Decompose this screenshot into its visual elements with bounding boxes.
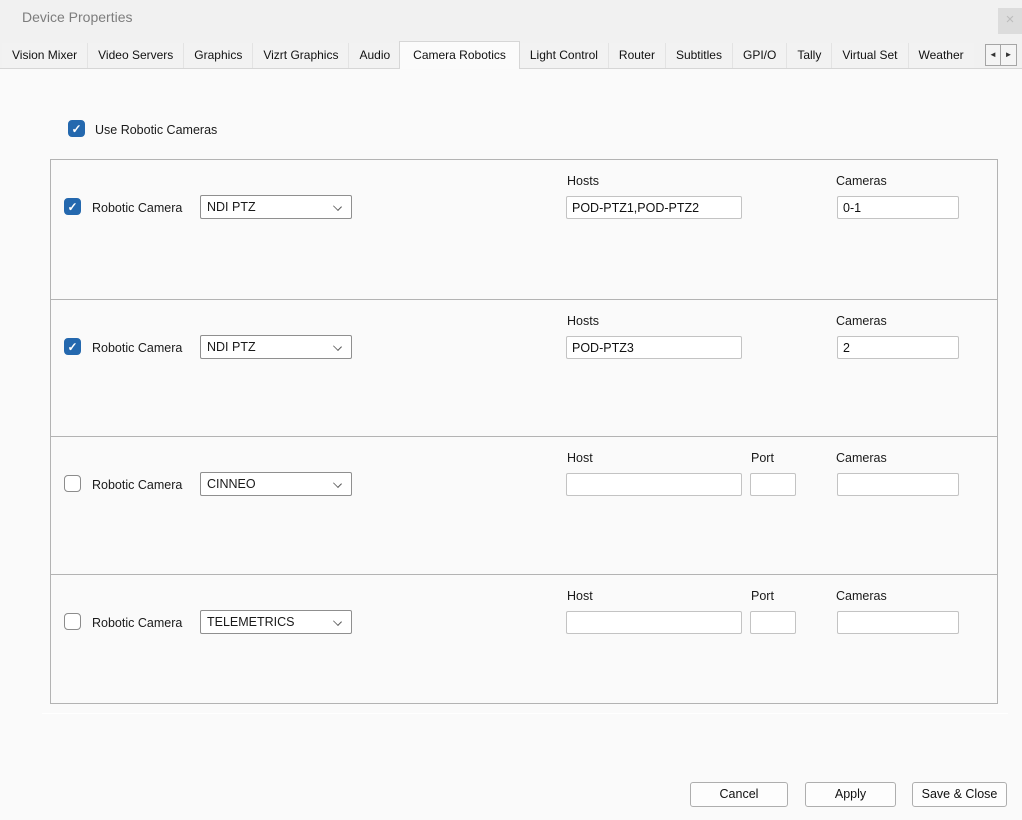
tab-strip: Vision Mixer Video Servers Graphics Vizr… <box>2 41 982 68</box>
camera-robotics-page: Use Robotic Cameras Robotic Camera NDI P… <box>0 68 1022 820</box>
tab-video-servers[interactable]: Video Servers <box>87 43 183 68</box>
use-robotic-cameras-checkbox[interactable] <box>68 120 85 137</box>
tab-virtual-set[interactable]: Virtual Set <box>831 43 907 68</box>
port-label: Port <box>751 589 774 603</box>
hosts-label: Hosts <box>567 174 599 188</box>
chevron-down-icon <box>333 479 342 488</box>
robotic-camera-2-label: Robotic Camera <box>92 341 182 355</box>
window-title: Device Properties <box>22 9 133 25</box>
save-and-close-button[interactable]: Save & Close <box>912 782 1007 807</box>
cameras-input[interactable] <box>837 473 959 496</box>
hosts-input[interactable] <box>566 196 742 219</box>
robotic-camera-3-type-value: CINNEO <box>207 477 256 491</box>
port-label: Port <box>751 451 774 465</box>
tab-subtitles[interactable]: Subtitles <box>665 43 732 68</box>
cancel-button[interactable]: Cancel <box>690 782 788 807</box>
apply-button[interactable]: Apply <box>805 782 896 807</box>
robotic-camera-row-4: Robotic Camera TELEMETRICS Host Port Cam… <box>51 575 997 703</box>
cameras-label: Cameras <box>836 589 887 603</box>
robotic-camera-4-type-dropdown[interactable]: TELEMETRICS <box>200 610 352 634</box>
robotic-camera-3-label: Robotic Camera <box>92 478 182 492</box>
robotic-camera-1-type-value: NDI PTZ <box>207 200 256 214</box>
robotic-camera-row-2: Robotic Camera NDI PTZ Hosts Cameras <box>51 300 997 437</box>
robotic-camera-1-label: Robotic Camera <box>92 201 182 215</box>
robotic-camera-1-checkbox[interactable] <box>64 198 81 215</box>
close-icon[interactable]: × <box>998 8 1022 34</box>
cameras-label: Cameras <box>836 314 887 328</box>
chevron-down-icon <box>333 617 342 626</box>
tab-router[interactable]: Router <box>608 43 665 68</box>
robotic-camera-3-type-dropdown[interactable]: CINNEO <box>200 472 352 496</box>
robotic-camera-3-checkbox[interactable] <box>64 475 81 492</box>
host-label: Host <box>567 451 593 465</box>
separator-line <box>42 713 1008 714</box>
hosts-input[interactable] <box>566 336 742 359</box>
hosts-label: Hosts <box>567 314 599 328</box>
cameras-label: Cameras <box>836 451 887 465</box>
robotic-camera-2-type-value: NDI PTZ <box>207 340 256 354</box>
tab-vision-mixer[interactable]: Vision Mixer <box>2 43 87 68</box>
chevron-down-icon <box>333 202 342 211</box>
tab-camera-robotics[interactable]: Camera Robotics <box>399 41 520 69</box>
host-input[interactable] <box>566 611 742 634</box>
tab-audio[interactable]: Audio <box>348 43 400 68</box>
robotic-camera-4-type-value: TELEMETRICS <box>207 615 295 629</box>
robotic-camera-4-label: Robotic Camera <box>92 616 182 630</box>
robotic-camera-2-type-dropdown[interactable]: NDI PTZ <box>200 335 352 359</box>
host-input[interactable] <box>566 473 742 496</box>
tab-scroll-right-icon[interactable]: ► <box>1001 44 1017 66</box>
robotic-camera-row-1: Robotic Camera NDI PTZ Hosts Cameras <box>51 160 997 300</box>
robotic-camera-2-checkbox[interactable] <box>64 338 81 355</box>
robotic-camera-row-3: Robotic Camera CINNEO Host Port Cameras <box>51 437 997 575</box>
title-bar: Device Properties × <box>0 0 1022 40</box>
cameras-label: Cameras <box>836 174 887 188</box>
tab-scrollers: ◄ ► <box>985 44 1017 66</box>
tab-graphics[interactable]: Graphics <box>183 43 252 68</box>
use-robotic-cameras-label: Use Robotic Cameras <box>95 123 217 137</box>
robotic-cameras-group: Robotic Camera NDI PTZ Hosts Cameras Rob… <box>50 159 998 704</box>
port-input[interactable] <box>750 611 796 634</box>
chevron-down-icon <box>333 342 342 351</box>
cameras-input[interactable] <box>837 611 959 634</box>
robotic-camera-4-checkbox[interactable] <box>64 613 81 630</box>
host-label: Host <box>567 589 593 603</box>
tab-weather[interactable]: Weather <box>908 43 974 68</box>
robotic-camera-1-type-dropdown[interactable]: NDI PTZ <box>200 195 352 219</box>
port-input[interactable] <box>750 473 796 496</box>
tab-light-control[interactable]: Light Control <box>519 43 608 68</box>
tab-gpio[interactable]: GPI/O <box>732 43 786 68</box>
tab-scroll-left-icon[interactable]: ◄ <box>985 44 1001 66</box>
cameras-input[interactable] <box>837 336 959 359</box>
cameras-input[interactable] <box>837 196 959 219</box>
tab-tally[interactable]: Tally <box>786 43 831 68</box>
tab-vizrt-graphics[interactable]: Vizrt Graphics <box>252 43 348 68</box>
